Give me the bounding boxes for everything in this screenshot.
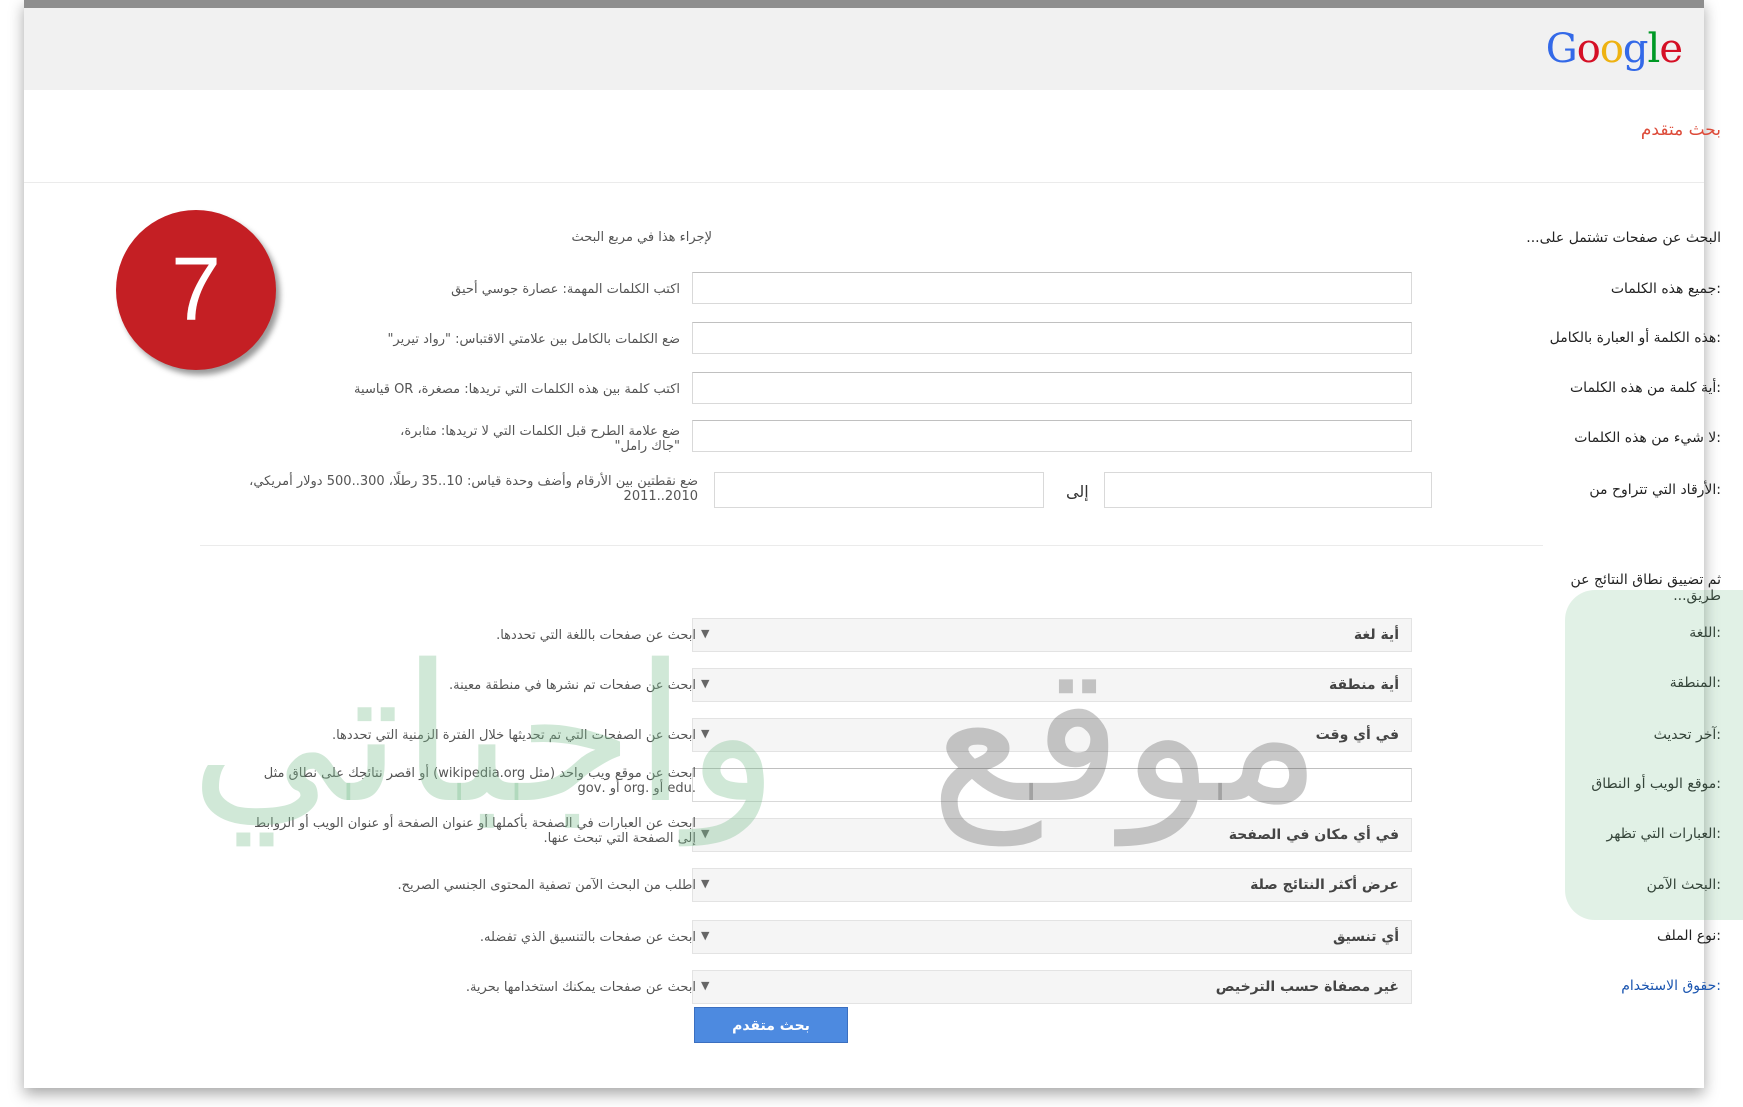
range-to-input[interactable] bbox=[714, 472, 1044, 508]
none-words-label: لا شيء من هذه الكلمات: bbox=[1574, 430, 1721, 446]
step-number-badge: 7 bbox=[116, 210, 276, 370]
range-from-input[interactable] bbox=[1104, 472, 1432, 508]
file-type-value: أي تنسيق bbox=[1332, 929, 1399, 945]
all-words-input[interactable] bbox=[692, 272, 1412, 304]
logo-letter: l bbox=[1647, 26, 1661, 72]
safesearch-select[interactable]: ▼ عرض أكثر النتائج صلة bbox=[692, 868, 1412, 902]
hint-header: لإجراء هذا في مربع البحث bbox=[571, 230, 712, 245]
file-type-select[interactable]: ▼ أي تنسيق bbox=[692, 920, 1412, 954]
any-words-label: أية كلمة من هذه الكلمات: bbox=[1570, 380, 1721, 396]
range-to-label: إلى bbox=[1066, 482, 1089, 501]
usage-rights-link[interactable]: حقوق الاستخدام: bbox=[1501, 978, 1721, 994]
logo-letter: e bbox=[1659, 26, 1683, 72]
last-update-value: في أي وقت bbox=[1315, 727, 1399, 743]
region-value: أية منطقة bbox=[1328, 677, 1399, 693]
google-logo[interactable]: Google bbox=[1545, 26, 1683, 72]
page-title: بحث متقدم bbox=[1640, 120, 1721, 140]
logo-letter: G bbox=[1545, 26, 1578, 72]
none-words-hint: ضع علامة الطرح قبل الكلمات التي لا تريده… bbox=[400, 424, 680, 454]
number-range-label: الأرقاد التي تتراوح من: bbox=[1589, 482, 1721, 498]
exact-phrase-hint: ضع الكلمات بالكامل بين علامتي الاقتباس: … bbox=[387, 332, 680, 347]
logo-letter: o bbox=[1576, 26, 1601, 72]
exact-phrase-label: هذه الكلمة أو العبارة بالكامل: bbox=[1549, 330, 1721, 346]
dropdown-arrow-icon: ▼ bbox=[701, 979, 710, 992]
section-divider bbox=[200, 545, 1543, 546]
any-words-input[interactable] bbox=[692, 372, 1412, 404]
usage-rights-select[interactable]: ▼ غير مصفاة حسب الترخيص bbox=[692, 970, 1412, 1004]
safesearch-value: عرض أكثر النتائج صلة bbox=[1250, 877, 1399, 893]
find-section-title: البحث عن صفحات تشتمل على... bbox=[1526, 230, 1721, 246]
safesearch-hint: اطلب من البحث الآمن تصفية المحتوى الجنسي… bbox=[397, 878, 697, 893]
watermark-text: واجباتي bbox=[190, 624, 779, 845]
usage-rights-value: غير مصفاة حسب الترخيص bbox=[1215, 979, 1399, 995]
advanced-search-button[interactable]: بحث متقدم bbox=[694, 1007, 848, 1043]
file-type-hint: ابحث عن صفحات بالتنسيق الذي تفضله. bbox=[479, 930, 696, 945]
subheader bbox=[24, 90, 1704, 183]
language-value: أية لغة bbox=[1353, 627, 1399, 643]
dropdown-arrow-icon: ▼ bbox=[701, 929, 710, 942]
all-words-hint: اكتب الكلمات المهمة: عصارة جوسي أحيق bbox=[451, 282, 680, 297]
none-words-input[interactable] bbox=[692, 420, 1412, 452]
watermark-shape bbox=[1565, 590, 1743, 920]
number-range-hint: ضع نقطتين بين الأرقام وأضف وحدة قياس: 10… bbox=[249, 474, 698, 504]
logo-letter: g bbox=[1622, 26, 1649, 72]
top-bar: Google bbox=[24, 8, 1704, 90]
any-words-hint: اكتب كلمة بين هذه الكلمات التي تريدها: م… bbox=[354, 382, 680, 397]
dropdown-arrow-icon: ▼ bbox=[701, 877, 710, 890]
watermark-text: موقع bbox=[930, 624, 1322, 845]
usage-rights-hint: ابحث عن صفحات يمكنك استخدامها بحرية. bbox=[465, 980, 696, 995]
exact-phrase-input[interactable] bbox=[692, 322, 1412, 354]
file-type-label: نوع الملف: bbox=[1656, 928, 1721, 944]
all-words-label: جميع هذه الكلمات: bbox=[1610, 281, 1721, 297]
logo-letter: o bbox=[1599, 26, 1624, 72]
